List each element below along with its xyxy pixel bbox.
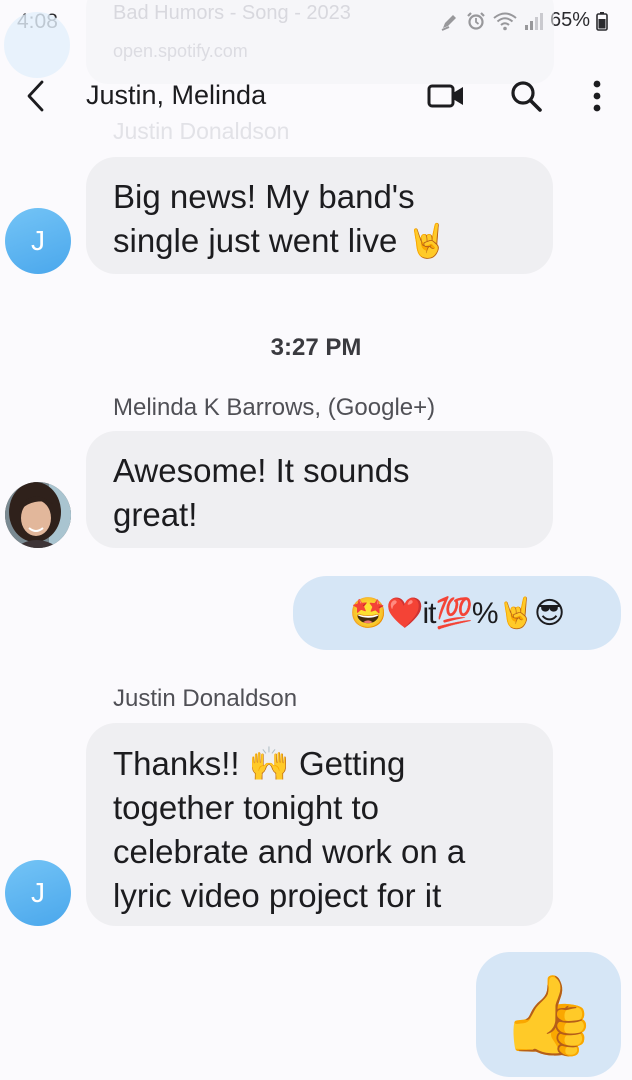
video-call-button[interactable]: [426, 76, 466, 116]
time-divider: 3:27 PM: [270, 334, 362, 361]
message-bubble-incoming[interactable]: Awesome! It sounds great!: [86, 431, 553, 548]
conversation-title[interactable]: Justin, Melinda: [86, 80, 266, 111]
avatar[interactable]: J: [5, 860, 71, 926]
preview-avatar: [4, 12, 70, 78]
thumbs-up-emoji: 👍: [499, 970, 598, 1059]
profile-photo-image: [5, 482, 71, 548]
message-text-line: Big news! My band's: [113, 178, 415, 215]
message-bubble-outgoing[interactable]: 👍: [476, 952, 621, 1077]
avatar[interactable]: J: [5, 208, 71, 274]
message-text-line: Thanks!! 🙌 Getting: [113, 745, 406, 782]
back-arrow-icon: [27, 80, 44, 112]
preview-sender-name: Justin Donaldson: [113, 118, 290, 144]
message-text-line: great!: [113, 496, 198, 533]
search-button[interactable]: [506, 76, 546, 116]
sender-name: Melinda K Barrows, (Google+): [113, 394, 436, 421]
message-text: 🤩❤️it💯%🤘😎: [349, 596, 565, 630]
battery-icon: [596, 11, 608, 31]
video-call-icon: [427, 84, 463, 108]
message-text-line: together tonight to: [113, 789, 380, 826]
search-icon: [511, 81, 542, 112]
link-preview-title: Bad Humors - Song - 2023: [113, 2, 351, 24]
message-text-line: celebrate and work on a: [113, 833, 466, 870]
back-button[interactable]: [22, 76, 54, 116]
sender-name: Justin Donaldson: [113, 685, 298, 712]
message-bubble-incoming[interactable]: Thanks!! 🙌 Getting together tonight to c…: [86, 723, 553, 926]
message-text-line: single just went live 🤘: [113, 222, 448, 259]
message-text-line: Awesome! It sounds: [113, 452, 410, 489]
link-preview-url: open.spotify.com: [113, 41, 248, 61]
more-options-icon: [593, 80, 601, 112]
avatar[interactable]: [5, 482, 71, 548]
avatar-initial: J: [31, 225, 45, 256]
avatar-initial: J: [31, 877, 45, 908]
message-bubble-incoming[interactable]: Big news! My band's single just went liv…: [86, 157, 553, 274]
message-text-line: lyric video project for it: [113, 877, 442, 914]
more-options-button[interactable]: [577, 76, 617, 116]
message-bubble-outgoing[interactable]: 🤩❤️it💯%🤘😎: [293, 576, 621, 650]
battery-text: 65%: [549, 9, 590, 31]
